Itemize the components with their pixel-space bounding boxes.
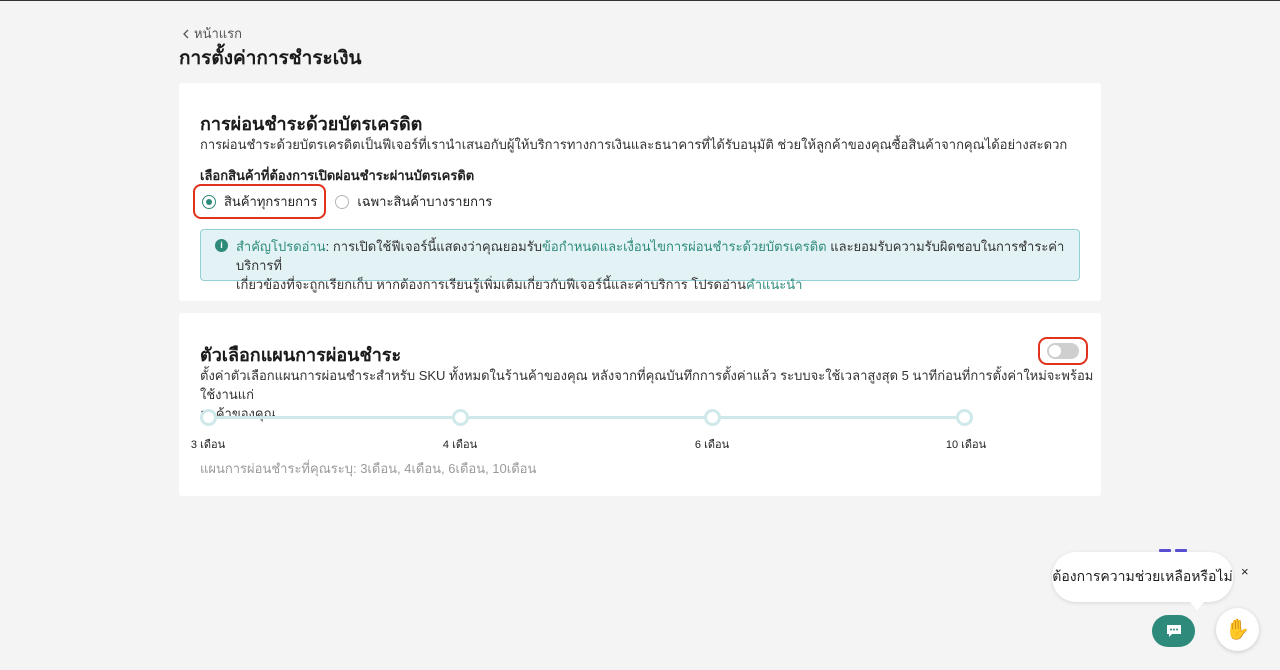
terms-link[interactable]: ข้อกำหนดและเงื่อนไขการผ่อนชำระด้วยบัตรเค… bbox=[542, 239, 827, 254]
slider-dot-6-months[interactable] bbox=[704, 409, 721, 426]
plan-toggle-highlight bbox=[1038, 337, 1088, 365]
plan-options-card: ตัวเลือกแผนการผ่อนชำระ ตั้งค่าตัวเลือกแผ… bbox=[179, 313, 1101, 496]
notice-text-1: : การเปิดใช้ฟีเจอร์นี้แสดงว่าคุณยอมรับ bbox=[325, 239, 542, 254]
installment-title: การผ่อนชำระด้วยบัตรเครดิต bbox=[200, 114, 423, 134]
help-bubble[interactable]: ต้องการความช่วยเหลือหรือไม่ bbox=[1052, 552, 1233, 610]
hand-button[interactable]: ✋ bbox=[1216, 608, 1259, 651]
notice-text-3: เกี่ยวข้องที่จะถูกเรียกเก็บ หากต้องการเร… bbox=[236, 277, 746, 292]
notice-important: สำคัญโปรดอ่าน bbox=[236, 239, 326, 254]
slider-dot-10-months[interactable] bbox=[956, 409, 973, 426]
chevron-left-icon bbox=[183, 29, 189, 38]
installment-description: การผ่อนชำระด้วยบัตรเครดิตเป็นฟีเจอร์ที่เ… bbox=[200, 137, 1068, 152]
plan-description-line-1: ตั้งค่าตัวเลือกแผนการผ่อนชำระสำหรับ SKU … bbox=[200, 368, 1094, 402]
radio-some-products[interactable]: เฉพาะสินค้าบางรายการ bbox=[328, 186, 499, 217]
radio-some-products-label: เฉพาะสินค้าบางรายการ bbox=[357, 194, 493, 209]
product-scope-radio-group: สินค้าทุกรายการ เฉพาะสินค้าบางรายการ bbox=[193, 184, 499, 219]
help-bubble-text: ต้องการความช่วยเหลือหรือไม่ bbox=[1052, 568, 1233, 584]
plan-terms-slider: 3 เดือน 4 เดือน 6 เดือน 10 เดือน bbox=[191, 409, 986, 451]
radio-all-products-label: สินค้าทุกรายการ bbox=[224, 194, 318, 209]
select-products-label: เลือกสินค้าที่ต้องการเปิดผ่อนชำระผ่านบัต… bbox=[200, 168, 475, 183]
installment-card: การผ่อนชำระด้วยบัตรเครดิต การผ่อนชำระด้ว… bbox=[179, 83, 1101, 301]
radio-checked-icon bbox=[202, 194, 216, 209]
page-title: การตั้งค่าการชำระเงิน bbox=[179, 48, 362, 69]
slider-label-6-months: 6 เดือน bbox=[694, 439, 730, 451]
toggle-knob bbox=[1049, 345, 1061, 357]
plan-options-title: ตัวเลือกแผนการผ่อนชำระ bbox=[200, 345, 402, 365]
radio-unchecked-icon bbox=[335, 194, 350, 209]
radio-all-products[interactable]: สินค้าทุกรายการ bbox=[193, 184, 327, 219]
slider-label-10-months: 10 เดือน bbox=[945, 439, 987, 451]
slider-track bbox=[208, 416, 958, 419]
back-label: หน้าแรก bbox=[194, 26, 242, 41]
slider-label-3-months: 3 เดือน bbox=[190, 439, 226, 451]
chat-button[interactable] bbox=[1152, 615, 1195, 647]
info-icon: i bbox=[215, 239, 228, 252]
chat-icon bbox=[1166, 625, 1181, 637]
guide-link[interactable]: คำแนะนำ bbox=[746, 277, 802, 292]
selected-plans-note: แผนการผ่อนชำระที่คุณระบุ: 3เดือน, 4เดือน… bbox=[200, 461, 537, 476]
hand-icon: ✋ bbox=[1225, 619, 1250, 641]
slider-dot-3-months[interactable] bbox=[200, 409, 217, 426]
plan-options-toggle[interactable] bbox=[1047, 343, 1079, 359]
back-link[interactable]: หน้าแรก bbox=[182, 23, 242, 44]
important-notice: i สำคัญโปรดอ่าน: การเปิดใช้ฟีเจอร์นี้แสด… bbox=[200, 229, 1080, 292]
close-icon[interactable]: × bbox=[1241, 564, 1249, 579]
slider-label-4-months: 4 เดือน bbox=[442, 439, 478, 451]
slider-dot-4-months[interactable] bbox=[452, 409, 469, 426]
